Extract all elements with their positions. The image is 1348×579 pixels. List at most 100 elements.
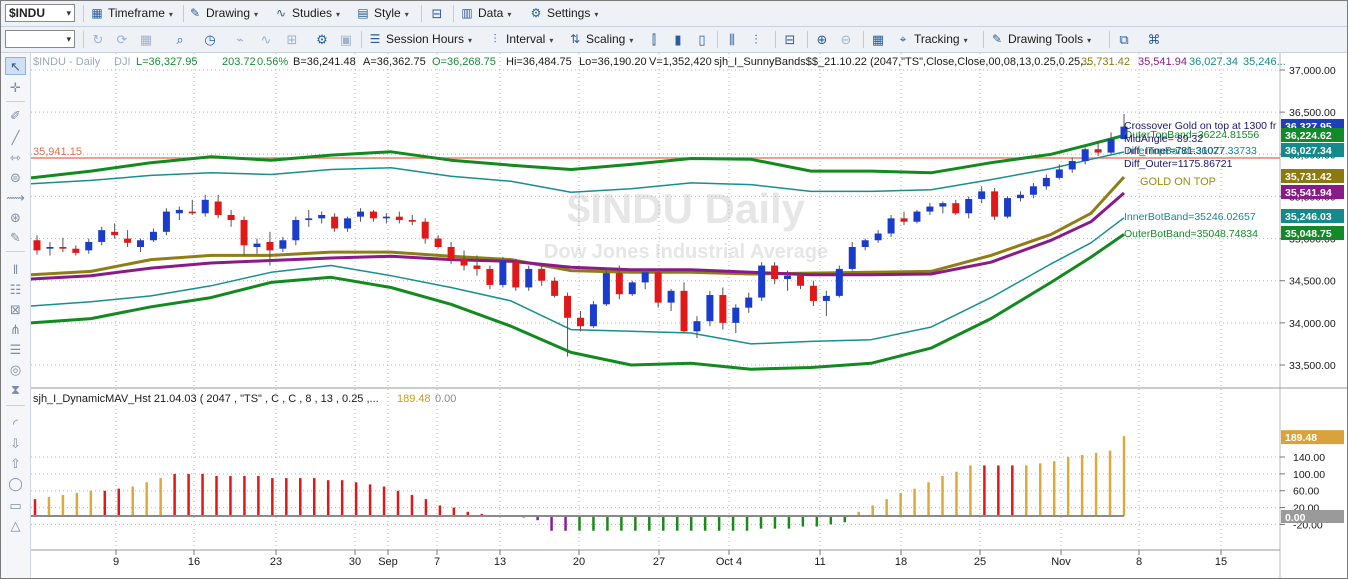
indicator-zero-value: 0.00 bbox=[435, 393, 456, 405]
triangle-icon[interactable]: △ bbox=[5, 517, 26, 535]
zoom-in-icon[interactable]: ⊕ bbox=[813, 31, 831, 48]
candle-body bbox=[732, 307, 740, 323]
annotation-mid-angle: MidAngle= 89.32 bbox=[1124, 133, 1203, 145]
levels-icon[interactable]: ☰ bbox=[5, 341, 26, 359]
grid-icon[interactable]: ▦ bbox=[137, 31, 155, 48]
interval-button[interactable]: ⫶ Interval ▾ bbox=[487, 30, 553, 49]
chart-toolbar: ▾ ↻ ⟳ ▦ ⌕ ◷ ⌁ ∿ ⊞ ⚙ ▣ ☰ Session Hours ▾ ⫶ I… bbox=[1, 27, 1347, 53]
candle-body bbox=[175, 209, 183, 214]
vertical-lines-icon[interactable]: ‖ bbox=[5, 261, 26, 279]
pointer-icon[interactable]: ↖ bbox=[5, 57, 26, 75]
reload-icon[interactable]: ⟳ bbox=[113, 31, 131, 48]
ellipse-icon[interactable]: ◯ bbox=[5, 475, 26, 493]
scaling-button[interactable]: ⇅ Scaling ▾ bbox=[567, 30, 633, 49]
tracking-label: Tracking bbox=[914, 32, 960, 46]
gear-icon: ⚙ bbox=[530, 6, 542, 20]
candle-body bbox=[1081, 149, 1089, 162]
candle-body bbox=[628, 282, 636, 295]
data-button[interactable]: ▥ Data ▾ bbox=[459, 4, 511, 23]
wave-icon[interactable]: ∿ bbox=[257, 31, 275, 48]
time-tick-label: 7 bbox=[434, 556, 440, 568]
chevron-down-icon: ▾ bbox=[594, 10, 599, 19]
candle-body bbox=[460, 258, 468, 266]
price-tags: 36,327.9536,224.6236,027.3435,731.4235,5… bbox=[1281, 119, 1344, 240]
candle-body bbox=[589, 304, 597, 327]
crosshair-icon[interactable]: ✛ bbox=[5, 79, 26, 97]
candle-body bbox=[874, 233, 882, 241]
volume-bars-icon[interactable]: ⫶ bbox=[747, 31, 765, 48]
brush-icon[interactable]: ✐ bbox=[5, 107, 26, 125]
time-tick-label: 13 bbox=[494, 556, 506, 568]
drawing-tools-sidebar: ↖ ✛ ✐ ╱ ⇿ ⊜ ⟿ ⊛ ✎ ‖ ☷ ⊠ ⋔ ☰ ◎ ⧗ ◜ ⇩ ⇧ ◯ … bbox=[1, 53, 31, 578]
annotation-gold-on-top: GOLD ON TOP bbox=[1140, 176, 1216, 188]
clock-icon[interactable]: ◷ bbox=[201, 31, 219, 48]
candle-body bbox=[680, 290, 688, 332]
time-cycle-icon[interactable]: ⧗ bbox=[5, 381, 26, 399]
candle-body bbox=[227, 214, 235, 221]
new-chart-icon[interactable]: ⧉ bbox=[1115, 31, 1133, 48]
channel-icon[interactable]: ⊜ bbox=[5, 169, 26, 187]
gann-icon[interactable]: ⊠ bbox=[5, 301, 26, 319]
pitchfork-icon[interactable]: ⋔ bbox=[5, 321, 26, 339]
ray-icon[interactable]: ⟿ bbox=[5, 189, 26, 207]
sidebar-divider bbox=[6, 405, 25, 406]
format-icon[interactable]: ▣ bbox=[337, 31, 355, 48]
chevron-down-icon[interactable]: ▾ bbox=[66, 31, 71, 47]
arrow-up-icon[interactable]: ⇧ bbox=[5, 455, 26, 473]
candle-icon[interactable]: ▮ bbox=[669, 31, 687, 48]
drawing-tools-label: Drawing Tools bbox=[1008, 32, 1084, 46]
candle-body bbox=[991, 191, 999, 217]
settings-button[interactable]: ⚙ Settings ▾ bbox=[528, 4, 599, 23]
zoom-icon[interactable]: ⌕ bbox=[171, 31, 189, 48]
rectangle-icon[interactable]: ▭ bbox=[5, 497, 26, 515]
arc-icon[interactable]: ◜ bbox=[5, 415, 26, 433]
speed-line-icon[interactable]: ⊛ bbox=[5, 209, 26, 227]
timeframe-button[interactable]: ▦ Timeframe ▾ bbox=[89, 4, 173, 23]
chart-type-icon[interactable]: ⊞ bbox=[283, 31, 301, 48]
studies-button[interactable]: ∿ Studies ▾ bbox=[273, 4, 340, 23]
price-tick-label: 33,500.00 bbox=[1289, 360, 1336, 372]
header-val-inner-top: 36,027.34 bbox=[1189, 56, 1238, 68]
interval-select[interactable]: ▾ bbox=[5, 30, 75, 48]
crosshair-grid-icon[interactable]: ▦ bbox=[869, 31, 887, 48]
window-icon[interactable]: ⊟ bbox=[781, 31, 799, 48]
header-volume: V=1,352,420 bbox=[649, 56, 712, 68]
drawing-tools-button[interactable]: ✎ Drawing Tools ▾ bbox=[989, 30, 1091, 49]
tracking-button[interactable]: ⌖ Tracking ▾ bbox=[895, 30, 968, 49]
horizontal-line-icon[interactable]: ⇿ bbox=[5, 149, 26, 167]
config-icon[interactable]: ⚙ bbox=[313, 31, 331, 48]
candle-body bbox=[926, 206, 934, 212]
style-icon: ▤ bbox=[357, 6, 369, 20]
annotation-inner-bot: InnerBotBand=35246.02657 bbox=[1124, 211, 1256, 223]
link-icon[interactable]: ⌘ bbox=[1145, 31, 1163, 48]
session-hours-button[interactable]: ☰ Session Hours ▾ bbox=[367, 30, 472, 49]
candle-body bbox=[162, 211, 170, 232]
volume-icon[interactable]: ⫼ bbox=[723, 31, 741, 48]
pencil-icon[interactable]: ✎ bbox=[5, 229, 26, 247]
symbol-input[interactable]: $INDU ▾ bbox=[5, 4, 75, 22]
fibonacci-icon[interactable]: ☷ bbox=[5, 281, 26, 299]
drawing-button[interactable]: ✎ Drawing ▾ bbox=[187, 4, 258, 23]
reference-line-label: 35,941.15 bbox=[33, 146, 82, 158]
chart-canvas[interactable]: $INDU Daily Dow Jones Industrial Average… bbox=[30, 53, 1347, 578]
price-tag-label: 35,048.75 bbox=[1285, 228, 1332, 240]
sidebar-divider bbox=[6, 101, 25, 102]
arrow-down-icon[interactable]: ⇩ bbox=[5, 435, 26, 453]
candle-body bbox=[615, 273, 623, 295]
layout-icon[interactable]: ⊟ bbox=[428, 5, 446, 22]
indicator-icon[interactable]: ⌁ bbox=[231, 31, 249, 48]
candle-body bbox=[85, 241, 93, 251]
bar-chart-icon[interactable]: ⫿ bbox=[645, 31, 663, 48]
cycle-icon[interactable]: ◎ bbox=[5, 361, 26, 379]
header-change-pct: 0.56% bbox=[257, 56, 288, 68]
style-button[interactable]: ▤ Style ▾ bbox=[355, 4, 408, 23]
trendline-icon[interactable]: ╱ bbox=[5, 129, 26, 147]
candle-filled-icon[interactable]: ▯ bbox=[693, 31, 711, 48]
refresh-icon[interactable]: ↻ bbox=[89, 31, 107, 48]
candle-body bbox=[395, 216, 403, 221]
chart-area[interactable]: $INDU Daily Dow Jones Industrial Average… bbox=[30, 53, 1347, 578]
zoom-out-icon[interactable]: ⊖ bbox=[837, 31, 855, 48]
candle-body bbox=[861, 240, 869, 247]
chevron-down-icon[interactable]: ▾ bbox=[66, 5, 71, 21]
svg-text:$INDU - Daily DJI: $INDU - Daily DJI L=36,327.95 203.72 0.5… bbox=[33, 56, 1092, 68]
